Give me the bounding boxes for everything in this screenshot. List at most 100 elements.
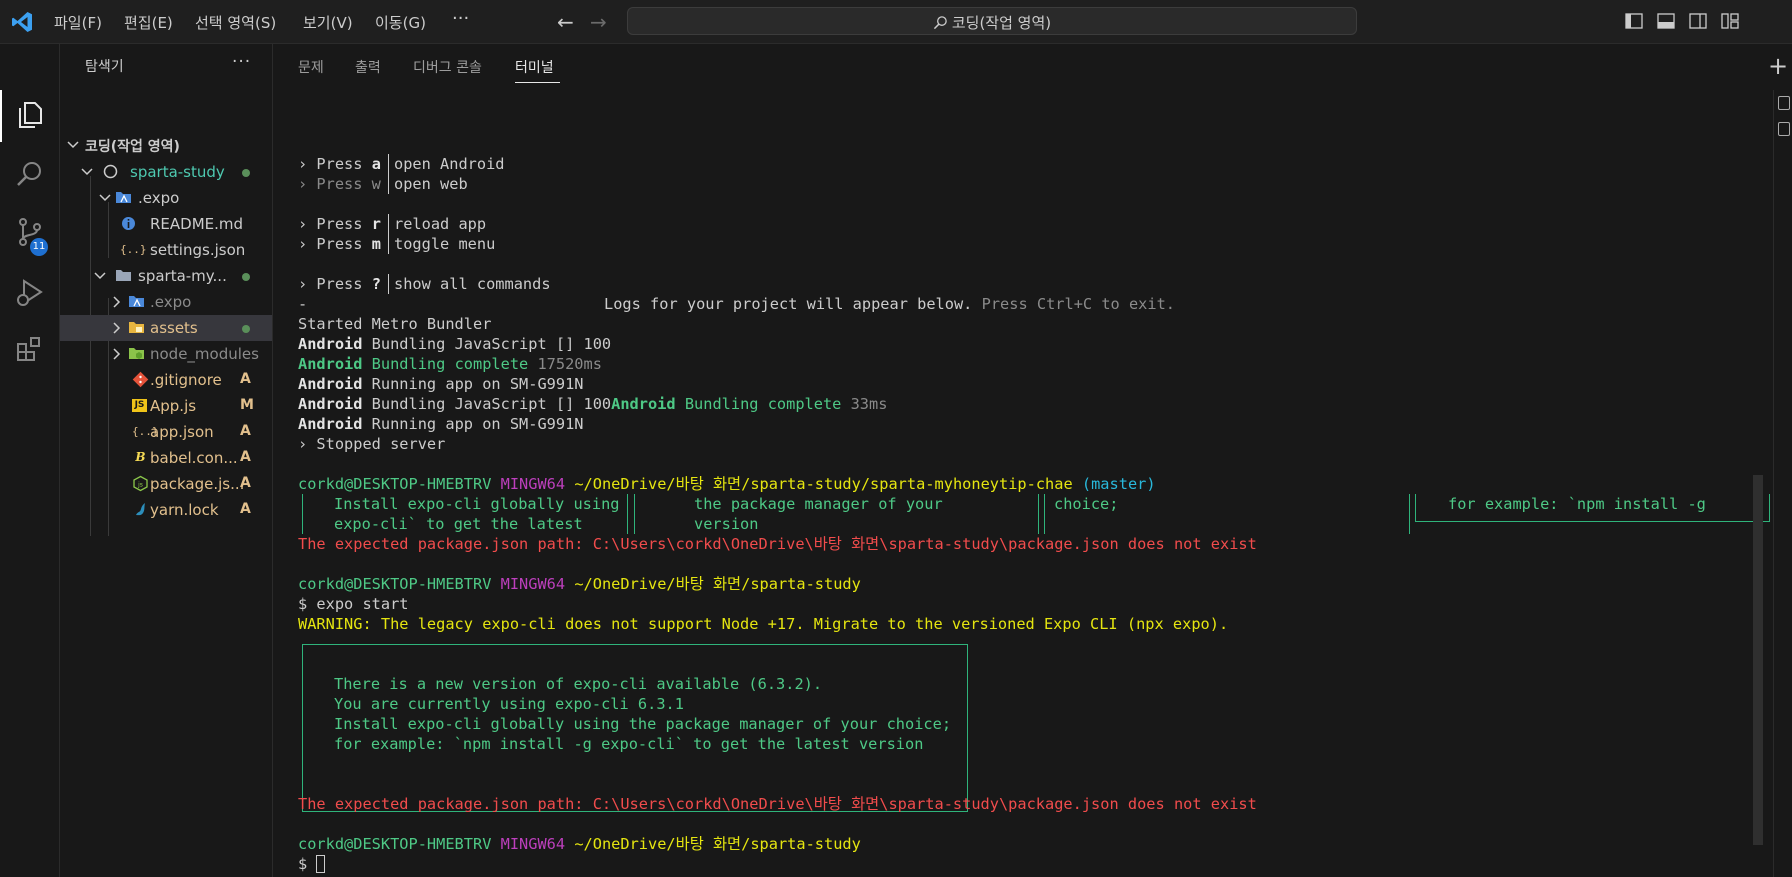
tree-item-node-modules[interactable]: node_modules [60, 341, 272, 367]
tree-item-label: App.js [150, 397, 197, 415]
terminal-prompt: corkd@DESKTOP-HMEBTRV MINGW64 ~/OneDrive… [298, 475, 1156, 493]
tree-item-gitignore[interactable]: .gitignore A [60, 367, 272, 393]
status-dot [242, 169, 250, 177]
separator [388, 154, 389, 174]
explorer-sidebar: 탐색기 ··· 코딩(작업 영역) sparta-study .expo REA… [60, 44, 273, 877]
tree-item-settings-json[interactable]: {..} settings.json [60, 237, 272, 263]
git-status: M [240, 397, 254, 413]
info-icon [122, 217, 135, 230]
run-debug-icon[interactable] [14, 276, 46, 308]
tree-item-yarn-lock[interactable]: yarn.lock A [60, 497, 272, 523]
toggle-panel-icon[interactable] [1657, 12, 1675, 30]
terminal-line: for example: `npm install -g [1448, 495, 1706, 513]
workspace-label: 코딩(작업 영역) [85, 139, 180, 155]
terminal-line: › Press m [298, 235, 381, 253]
tree-item-babel-config[interactable]: B babel.con... A [60, 445, 272, 471]
tree-item-label: node_modules [150, 345, 259, 363]
menu-go[interactable]: 이동(G) [375, 12, 426, 33]
terminal-line: Android Bundling JavaScript [] 100Androi… [298, 395, 888, 413]
tree-item-app-js[interactable]: JS App.js M [60, 393, 272, 419]
tree-item-label: .gitignore [150, 371, 222, 389]
separator [388, 214, 389, 234]
folder-node-icon [129, 348, 144, 359]
back-arrow-icon[interactable]: ← [557, 10, 574, 34]
terminal-scrollbar[interactable] [1753, 475, 1763, 845]
activity-bar: 11 [0, 44, 60, 877]
menu-file[interactable]: 파일(F) [54, 12, 102, 33]
terminal-cursor [316, 855, 326, 873]
status-dot [242, 273, 250, 281]
terminal-line: - [298, 295, 308, 313]
tree-item-sparta-study[interactable]: sparta-study [60, 159, 272, 185]
customize-layout-icon[interactable] [1721, 12, 1739, 30]
json-icon: {..} [120, 243, 147, 256]
terminal-input-line[interactable]: $ [298, 854, 326, 874]
toggle-primary-sidebar-icon[interactable] [1625, 12, 1643, 30]
tree-item-sparta-my[interactable]: sparta-my... [60, 263, 272, 289]
tab-problems[interactable]: 문제 [298, 57, 324, 77]
menu-edit[interactable]: 편집(E) [124, 12, 173, 33]
menu-more[interactable]: ··· [452, 8, 469, 29]
git-status: A [240, 501, 251, 517]
tree-item-package-json[interactable]: js package.js... A [60, 471, 272, 497]
new-terminal-icon[interactable]: + [1768, 52, 1788, 80]
terminal-line: › Stopped server [298, 435, 446, 453]
menu-view[interactable]: 보기(V) [303, 12, 353, 33]
chevron-down-icon [94, 272, 106, 280]
search-label: 코딩(작업 영역) [951, 14, 1052, 32]
tab-terminal[interactable]: 터미널 [515, 57, 554, 77]
git-status: A [240, 371, 251, 387]
tree-item-expo-sub[interactable]: .expo [60, 289, 272, 315]
folder-expo-icon [116, 192, 131, 203]
nodejs-icon: js [133, 475, 148, 492]
terminal-line: Android Running app on SM-G991N [298, 415, 584, 433]
chevron-right-icon [113, 322, 121, 334]
search-icon[interactable] [14, 158, 46, 190]
terminal-line: You are currently using expo-cli 6.3.1 [334, 695, 684, 713]
separator [388, 174, 389, 194]
tree-item-label: assets [150, 319, 198, 337]
chevron-down-icon [81, 168, 93, 176]
terminal-line: Install expo-cli globally using [334, 495, 620, 513]
terminal-line: Android Bundling JavaScript [] 100 [298, 335, 612, 353]
tree-item-assets[interactable]: assets [60, 315, 272, 341]
terminal-line: open Android [394, 155, 505, 173]
folder-icon [116, 270, 131, 281]
terminal-error: The expected package.json path: C:\Users… [298, 795, 1257, 813]
scm-badge: 11 [30, 238, 48, 256]
toggle-secondary-sidebar-icon[interactable] [1689, 12, 1707, 30]
explorer-icon[interactable] [14, 98, 46, 130]
command-center-search[interactable]: 코딩(작업 영역) [627, 7, 1357, 35]
terminal-line: the package manager of your [694, 495, 943, 513]
yarn-icon [136, 503, 145, 516]
folder-expo-icon [129, 296, 144, 307]
box-border [1044, 494, 1045, 534]
js-icon: JS [132, 399, 147, 412]
sidebar-more-button[interactable]: ··· [232, 52, 251, 72]
terminal-prompt: corkd@DESKTOP-HMEBTRV MINGW64 ~/OneDrive… [298, 835, 861, 853]
terminal-instance-icon[interactable] [1778, 122, 1790, 136]
circle-icon [103, 164, 118, 179]
terminal-line: toggle menu [394, 235, 496, 253]
menu-selection[interactable]: 선택 영역(S) [195, 12, 276, 33]
git-status: A [240, 449, 251, 465]
box-border [1409, 494, 1410, 534]
terminal-instance-icon[interactable] [1778, 96, 1790, 110]
tree-item-expo[interactable]: .expo [60, 185, 272, 211]
workspace-root[interactable]: 코딩(작업 영역) [60, 132, 272, 158]
tab-output[interactable]: 출력 [355, 57, 381, 77]
terminal-output[interactable]: › Press a open Android › Press w open we… [298, 110, 1773, 873]
extensions-icon[interactable] [14, 334, 46, 366]
terminal-line: version [694, 515, 759, 533]
terminal-prompt: corkd@DESKTOP-HMEBTRV MINGW64 ~/OneDrive… [298, 575, 861, 593]
forward-arrow-icon[interactable]: → [590, 10, 607, 34]
tab-debug-console[interactable]: 디버그 콘솔 [413, 57, 482, 77]
chevron-down-icon [67, 141, 79, 149]
terminal-warning: WARNING: The legacy expo-cli does not su… [298, 615, 1229, 633]
svg-text:js: js [137, 482, 143, 489]
tree-item-app-json[interactable]: {..} app.json A [60, 419, 272, 445]
vscode-logo-icon[interactable] [10, 10, 34, 34]
terminal-line: Logs for your project will appear below.… [604, 295, 1176, 313]
tree-item-label: sparta-my... [138, 267, 227, 285]
tree-item-readme[interactable]: README.md [60, 211, 272, 237]
